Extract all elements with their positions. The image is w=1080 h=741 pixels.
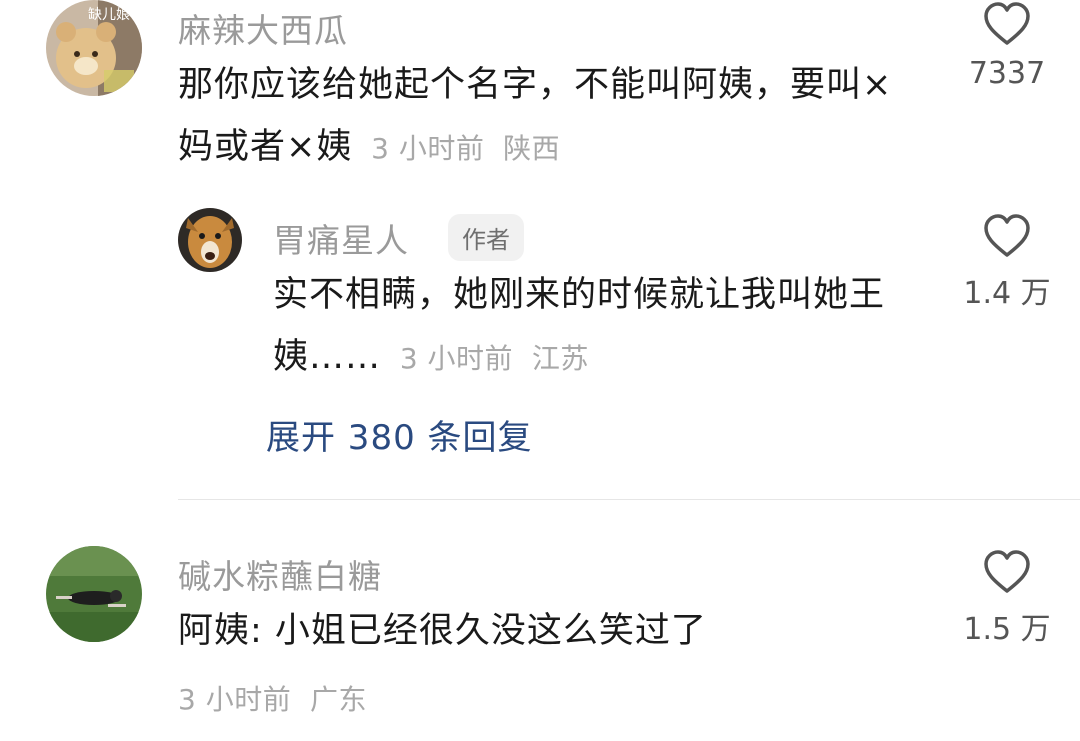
like-button[interactable]: 1.5 万 — [952, 550, 1062, 648]
comment-text: 阿姨: 小姐已经很久没这么笑过了 — [178, 600, 898, 662]
like-button[interactable]: 1.4 万 — [952, 214, 1062, 312]
comment-location: 广东 — [310, 683, 368, 716]
heart-outline-icon[interactable] — [983, 2, 1031, 46]
reply-location: 江苏 — [531, 342, 589, 375]
comment-meta: 3 小时前 广东 — [178, 678, 367, 718]
like-count: 1.5 万 — [963, 612, 1051, 647]
heart-outline-icon[interactable] — [983, 550, 1031, 594]
avatar[interactable] — [178, 208, 242, 272]
reply-username[interactable]: 胃痛星人 — [273, 214, 409, 262]
comment-text: 那你应该给她起个名字，不能叫阿姨，要叫×妈或者×姨 3 小时前 陕西 — [178, 54, 898, 180]
avatar[interactable]: 缺儿娘 — [46, 0, 142, 96]
comment-username[interactable]: 麻辣大西瓜 — [178, 4, 348, 52]
comment-time: 3 小时前 — [371, 132, 485, 165]
avatar-overlay-text: 缺儿娘 — [88, 7, 130, 23]
heart-outline-icon[interactable] — [983, 214, 1031, 258]
reply-time: 3 小时前 — [399, 342, 514, 375]
comment-time: 3 小时前 — [178, 683, 292, 716]
avatar[interactable] — [46, 546, 142, 642]
comment-location: 陕西 — [503, 132, 561, 165]
author-badge: 作者 — [448, 214, 524, 261]
comment-username[interactable]: 碱水粽蘸白糖 — [178, 550, 382, 598]
divider — [178, 499, 1080, 500]
expand-replies-link[interactable]: 展开 380 条回复 — [266, 410, 533, 459]
comment-meta: 3 小时前 陕西 — [352, 132, 560, 165]
like-count: 7337 — [968, 56, 1046, 91]
like-count: 1.4 万 — [963, 276, 1051, 311]
reply-text: 实不相瞒，她刚来的时候就让我叫她王姨…… 3 小时前 江苏 — [273, 264, 913, 390]
reply-meta: 3 小时前 江苏 — [381, 342, 589, 375]
like-button[interactable]: 7337 — [952, 2, 1062, 91]
comment-body: 阿姨: 小姐已经很久没这么笑过了 — [178, 611, 707, 651]
